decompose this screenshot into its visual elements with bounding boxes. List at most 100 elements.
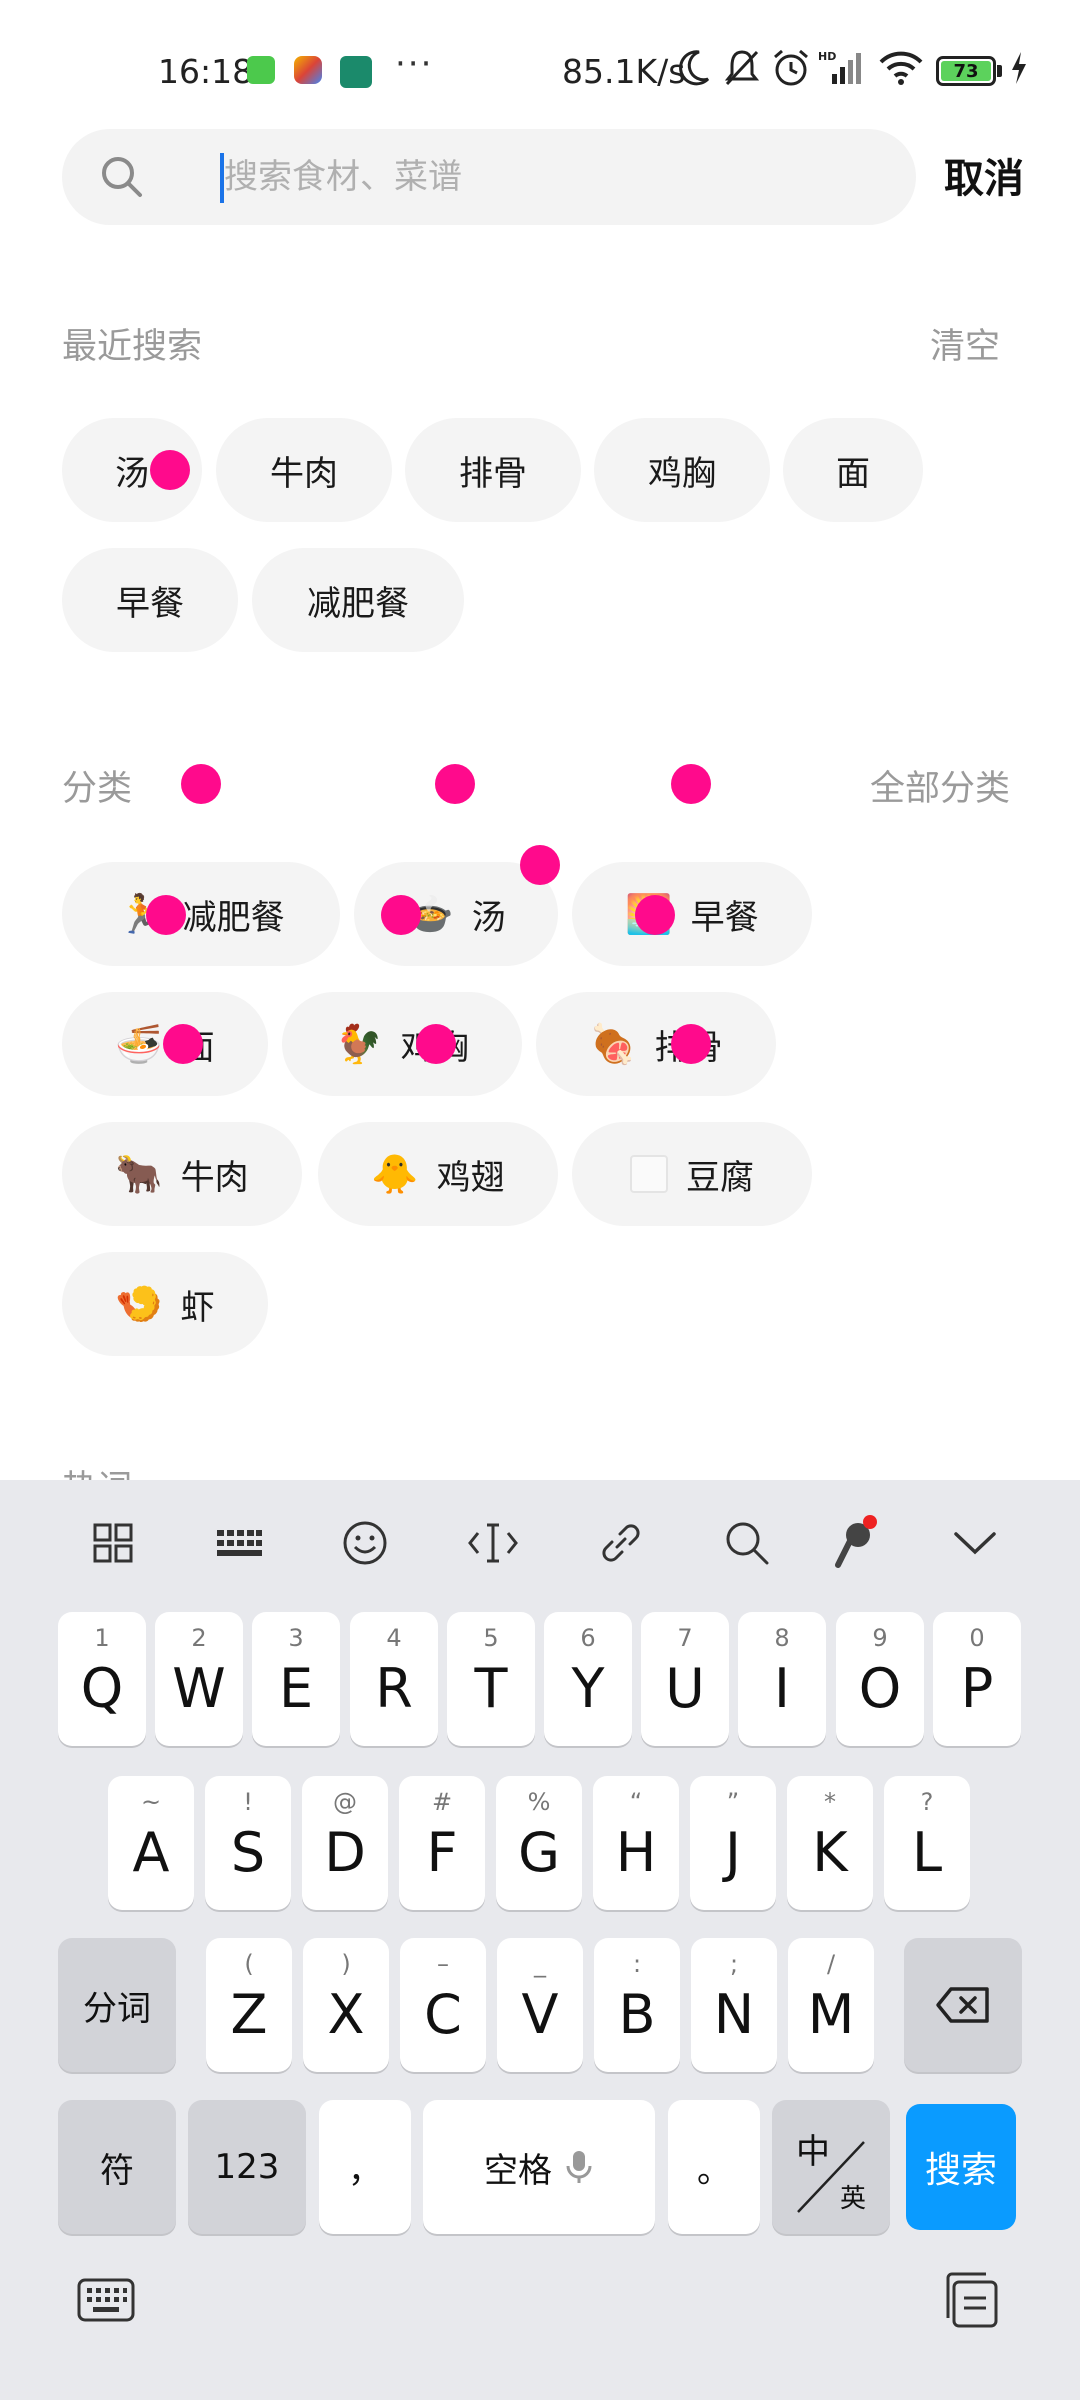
category-chip[interactable]: 🐥 鸡翅 (318, 1122, 558, 1226)
search-icon (102, 157, 142, 197)
key-y[interactable]: 6Y (544, 1612, 632, 1746)
key-label: J (725, 1820, 741, 1884)
key-c[interactable]: – C (400, 1938, 486, 2072)
search-bar[interactable] (62, 129, 916, 225)
key-label: 123 (214, 2147, 280, 2187)
chick-icon: 🐥 (371, 1152, 419, 1196)
category-chip[interactable]: 🌅早餐 (572, 862, 812, 966)
key-m[interactable]: / M (788, 1938, 874, 2072)
voice-mic-icon[interactable] (830, 1515, 880, 1568)
category-chip[interactable]: 🐓鸡胸 (282, 992, 522, 1096)
key-z[interactable]: (Z (206, 1938, 292, 2072)
category-chip[interactable]: 🐂 牛肉 (62, 1122, 302, 1226)
key-x[interactable]: ) X (303, 1938, 389, 2072)
keyboard-layout-icon[interactable] (214, 1518, 264, 1568)
key-alt-label: ? (920, 1788, 934, 1816)
backspace-key[interactable] (904, 1938, 1022, 2072)
clear-history-button[interactable]: 清空 (930, 318, 1000, 369)
key-g[interactable]: % G (496, 1776, 582, 1910)
key-q[interactable]: 1Q (58, 1612, 146, 1746)
key-i[interactable]: 8I (738, 1612, 826, 1746)
recent-chip[interactable]: 排骨 (405, 418, 581, 522)
chip-label: 面 (836, 453, 870, 494)
key-label: Y (571, 1656, 605, 1720)
all-categories-button[interactable]: 全部分类 (870, 760, 1010, 811)
key-k[interactable]: * K (787, 1776, 873, 1910)
key-l[interactable]: ? L (884, 1776, 970, 1910)
key-label: I (774, 1656, 790, 1720)
symbol-key[interactable]: 符 (58, 2100, 176, 2234)
segment-key[interactable]: 分词 (58, 1938, 176, 2072)
key-e[interactable]: 3E (252, 1612, 340, 1746)
chip-label: 排骨 (459, 453, 527, 494)
clipboard-icon[interactable] (942, 2270, 1002, 2330)
keyboard-switch-icon[interactable] (76, 2270, 136, 2330)
key-alt-label: * (824, 1788, 836, 1816)
key-u[interactable]: 7U (641, 1612, 729, 1746)
more-notifications-icon: ··· (395, 44, 434, 84)
key-label: 分词 (83, 1988, 151, 2029)
key-a[interactable]: ~ A (108, 1776, 194, 1910)
search-icon[interactable] (722, 1518, 772, 1568)
ox-icon: 🐂 (115, 1152, 163, 1196)
space-key[interactable]: 空格 (423, 2100, 655, 2234)
number-key[interactable]: 123 (188, 2100, 306, 2234)
comma-key[interactable]: ， (319, 2100, 411, 2234)
keyboard-toolbar (0, 1480, 1080, 1600)
key-alt-label: 8 (774, 1624, 790, 1652)
key-h[interactable]: “H (593, 1776, 679, 1910)
key-r[interactable]: 4R (350, 1612, 438, 1746)
recent-chip[interactable]: 减肥餐 (252, 548, 464, 652)
key-label: V (521, 1982, 559, 2046)
cancel-button[interactable]: 取消 (944, 146, 1024, 204)
clipboard-link-icon[interactable] (596, 1518, 646, 1568)
emoji-icon[interactable] (340, 1518, 390, 1568)
key-j[interactable]: ” J (690, 1776, 776, 1910)
touch-marker (381, 895, 421, 935)
key-label: S (230, 1820, 266, 1884)
key-p[interactable]: 0P (933, 1612, 1021, 1746)
grid-menu-icon[interactable] (88, 1518, 138, 1568)
category-chip[interactable]: 🍤 虾 (62, 1252, 268, 1356)
key-d[interactable]: @ D (302, 1776, 388, 1910)
status-bar: 16:18 ··· 85.1K/s HD 73 (0, 0, 1080, 130)
svg-text:HD: HD (818, 50, 836, 63)
chip-label: 虾 (180, 1287, 215, 1328)
chip-label: 早餐 (690, 897, 759, 938)
key-t[interactable]: 5T (447, 1612, 535, 1746)
key-label: H (615, 1820, 657, 1884)
recent-chip[interactable]: 面 (783, 418, 923, 522)
period-key[interactable]: 。 (668, 2100, 760, 2234)
key-label: P (960, 1656, 994, 1720)
recent-chip[interactable]: 鸡胸 (594, 418, 770, 522)
slash-divider (797, 2141, 865, 2213)
key-alt-label: ” (726, 1788, 740, 1816)
key-b[interactable]: :B (594, 1938, 680, 2072)
cursor-move-icon[interactable] (468, 1518, 518, 1568)
recent-chip[interactable]: 牛肉 (216, 418, 392, 522)
collapse-keyboard-icon[interactable] (950, 1518, 1000, 1568)
search-submit-key[interactable]: 搜索 (906, 2104, 1016, 2230)
moon-icon (676, 48, 712, 88)
app-notification-icon (247, 56, 275, 84)
key-alt-label: / (826, 1950, 836, 1978)
recent-chip[interactable]: 早餐 (62, 548, 238, 652)
wifi-icon (878, 48, 924, 88)
key-label: ， (348, 2150, 382, 2191)
category-chip[interactable]: 🍖排骨 (536, 992, 776, 1096)
key-label: T (474, 1656, 508, 1720)
key-alt-label: ~ (140, 1788, 162, 1816)
key-f[interactable]: # F (399, 1776, 485, 1910)
category-chip[interactable]: 🏃 减肥餐 (62, 862, 340, 966)
key-v[interactable]: _ V (497, 1938, 583, 2072)
category-chip[interactable]: 豆腐 (572, 1122, 812, 1226)
key-w[interactable]: 2W (155, 1612, 243, 1746)
key-o[interactable]: 9O (836, 1612, 924, 1746)
language-switch-key[interactable]: 中 英 (772, 2100, 890, 2234)
key-alt-label: ( (244, 1950, 254, 1978)
key-n[interactable]: ; N (691, 1938, 777, 2072)
search-input[interactable] (224, 129, 884, 225)
key-s[interactable]: ! S (205, 1776, 291, 1910)
chip-label: 豆腐 (686, 1157, 754, 1198)
tofu-icon (630, 1155, 668, 1193)
